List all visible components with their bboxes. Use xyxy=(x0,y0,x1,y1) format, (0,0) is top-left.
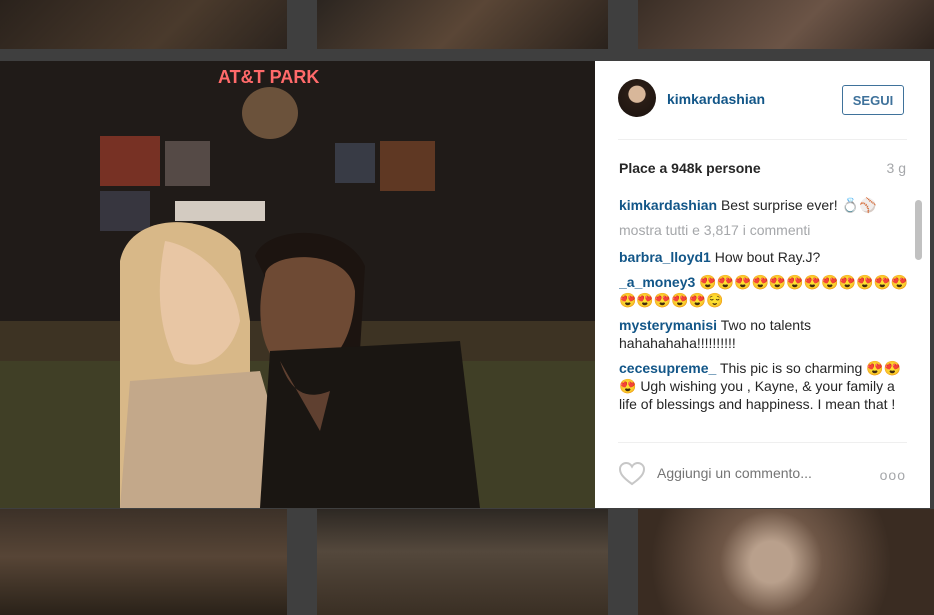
park-sign: AT&T PARK xyxy=(218,67,319,87)
comment-text: How bout Ray.J? xyxy=(714,249,821,265)
comment-username[interactable]: barbra_lloyd1 xyxy=(619,249,711,265)
post-photo[interactable]: AT&T PARK xyxy=(0,61,595,508)
divider xyxy=(618,442,907,443)
list-item: cecesupreme_ This pic is so charming 😍😍😍… xyxy=(619,359,909,413)
divider xyxy=(618,139,907,140)
list-item: barbra_lloyd1 How bout Ray.J? xyxy=(619,248,909,266)
comment-username[interactable]: mysterymanisi xyxy=(619,317,717,333)
grid-thumbnail[interactable] xyxy=(317,509,608,615)
comment-username[interactable]: _a_money3 xyxy=(619,274,695,290)
grid-thumbnail[interactable] xyxy=(0,0,287,49)
list-item: mysterymanisi Two no talents hahahahaha!… xyxy=(619,316,909,352)
likes-count[interactable]: Place a 948k persone xyxy=(619,160,761,176)
avatar[interactable] xyxy=(618,79,656,117)
like-heart-icon[interactable] xyxy=(618,461,646,486)
caption-username[interactable]: kimkardashian xyxy=(619,197,717,213)
grid-thumbnail[interactable] xyxy=(317,0,608,49)
post-age[interactable]: 3 g xyxy=(887,160,906,176)
scrollbar-thumb[interactable] xyxy=(915,200,922,260)
caption-text: Best surprise ever! 💍⚾ xyxy=(720,197,877,213)
username-link[interactable]: kimkardashian xyxy=(667,91,765,107)
follow-button[interactable]: SEGUI xyxy=(842,85,904,115)
caption: kimkardashian Best surprise ever! 💍⚾ xyxy=(619,196,909,214)
post-side-panel: kimkardashian SEGUI Place a 948k persone… xyxy=(595,61,930,508)
show-all-comments-link[interactable]: mostra tutti e 3,817 i commenti xyxy=(619,221,909,239)
grid-thumbnail[interactable] xyxy=(0,509,287,615)
photo-scene: AT&T PARK xyxy=(0,61,595,508)
grid-thumbnail[interactable] xyxy=(638,509,934,615)
comments-scrollbar[interactable] xyxy=(915,196,923,440)
grid-thumbnail[interactable] xyxy=(638,0,934,49)
comment-username[interactable]: cecesupreme_ xyxy=(619,360,716,376)
more-options-icon[interactable]: ooo xyxy=(880,467,906,483)
comment-input[interactable] xyxy=(657,465,857,481)
comments-list[interactable]: kimkardashian Best surprise ever! 💍⚾ mos… xyxy=(619,196,909,440)
list-item: _a_money3 😍😍😍😍😍😍😍😍😍😍😍😍😍😍😍😍😍😌 xyxy=(619,273,909,309)
